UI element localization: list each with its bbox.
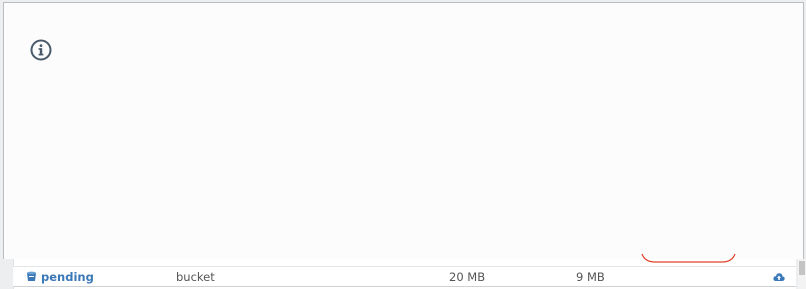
bucket-name[interactable]: pending	[41, 270, 94, 284]
info-circle-icon[interactable]	[30, 39, 52, 61]
info-panel	[3, 2, 804, 259]
scrollbar-thumb[interactable]	[799, 261, 805, 275]
bucket-type: bucket	[176, 270, 215, 284]
table-row[interactable]: pending bucket 20 MB 9 MB	[13, 266, 796, 287]
page: pending bucket 20 MB 9 MB	[0, 0, 806, 289]
cloud-upload-icon[interactable]	[773, 271, 785, 281]
bucket-size: 20 MB	[449, 270, 486, 284]
bucket-icon	[26, 271, 37, 282]
vertical-scrollbar[interactable]	[798, 259, 806, 289]
bucket-name-link[interactable]: pending	[26, 270, 94, 284]
bucket-usage: 9 MB	[576, 270, 605, 284]
tooltip-arrow-curve	[641, 253, 736, 263]
